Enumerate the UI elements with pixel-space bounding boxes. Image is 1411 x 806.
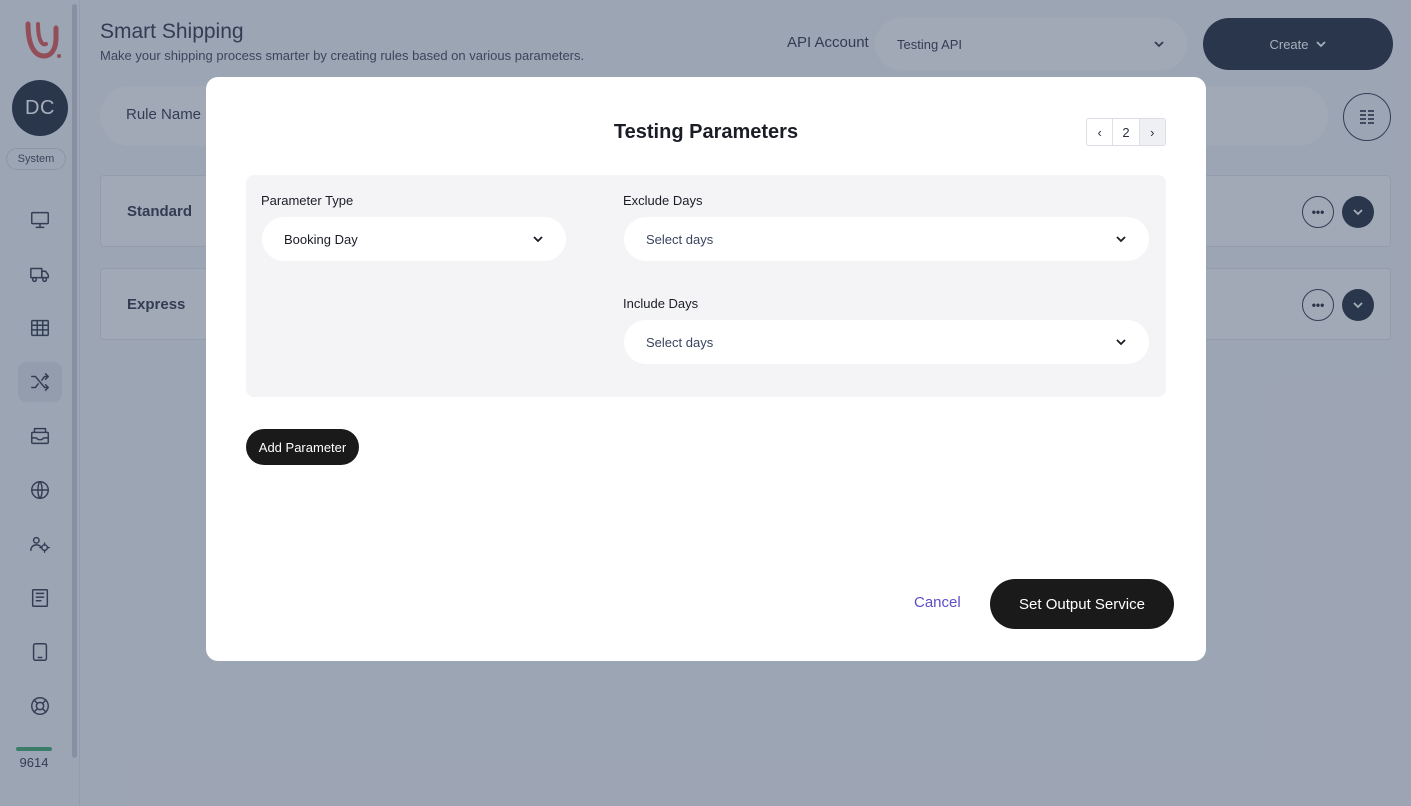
exclude-days-select[interactable]: Select days <box>624 217 1149 261</box>
add-parameter-button[interactable]: Add Parameter <box>246 429 359 465</box>
exclude-days-label: Exclude Days <box>623 193 703 208</box>
cancel-button[interactable]: Cancel <box>914 594 961 611</box>
pager-next-button[interactable]: › <box>1139 119 1165 145</box>
chevron-down-icon <box>533 236 543 243</box>
pager-current-page: 2 <box>1113 119 1140 145</box>
parameter-type-label: Parameter Type <box>261 193 354 208</box>
parameter-type-select[interactable]: Booking Day <box>262 217 566 261</box>
parameter-type-value: Booking Day <box>284 231 358 247</box>
include-days-select[interactable]: Select days <box>624 320 1149 364</box>
pager-prev-button[interactable]: ‹ <box>1087 119 1114 145</box>
set-output-service-button[interactable]: Set Output Service <box>990 579 1174 629</box>
parameter-panel: Parameter Type Booking Day Exclude Days … <box>246 175 1166 397</box>
include-days-placeholder: Select days <box>646 334 714 350</box>
exclude-days-placeholder: Select days <box>646 231 714 247</box>
include-days-label: Include Days <box>623 296 699 311</box>
chevron-down-icon <box>1116 236 1126 243</box>
pager: ‹ 2 › <box>1086 118 1166 146</box>
chevron-down-icon <box>1116 339 1126 346</box>
modal-title: Testing Parameters <box>613 121 799 143</box>
testing-parameters-modal: Testing Parameters ‹ 2 › Parameter Type … <box>206 77 1206 661</box>
